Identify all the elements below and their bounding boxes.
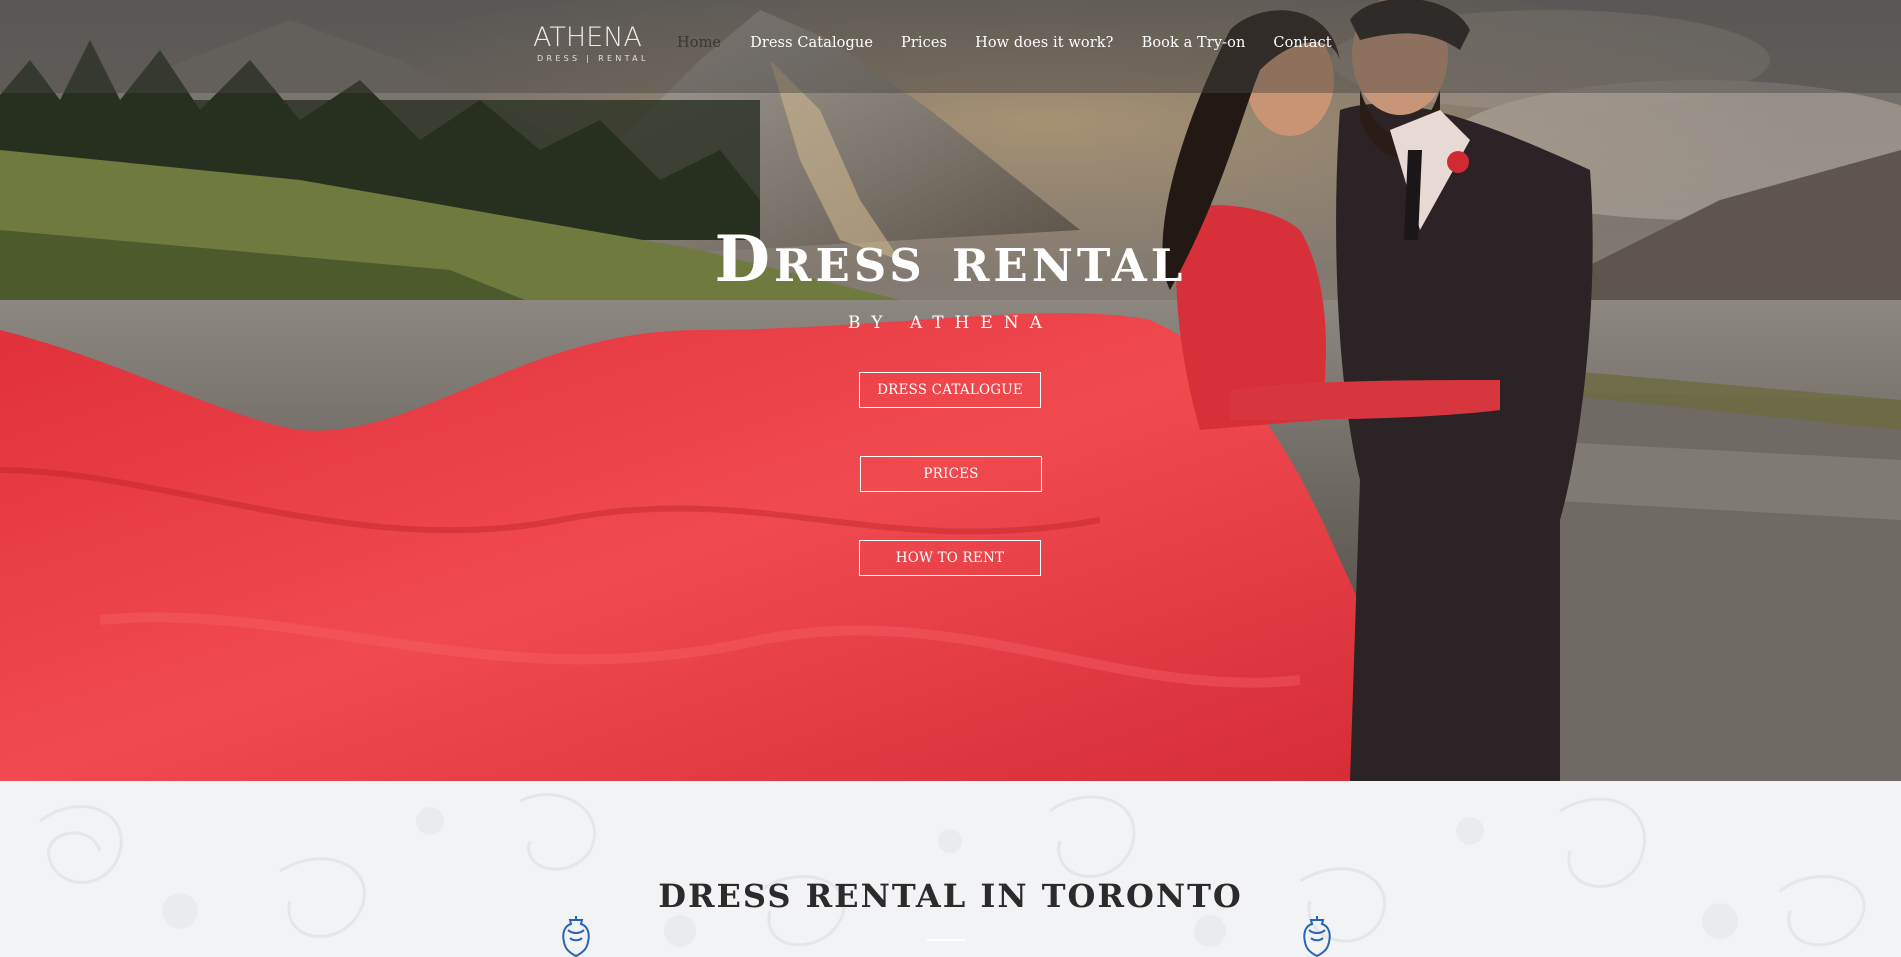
- how-to-rent-button[interactable]: HOW TO RENT: [859, 540, 1041, 576]
- nav-item-home[interactable]: Home: [677, 35, 721, 51]
- prices-button[interactable]: PRICES: [860, 456, 1042, 492]
- nav-item-book-try-on[interactable]: Book a Try-on: [1142, 35, 1246, 51]
- dress-catalogue-button[interactable]: DRESS CATALOGUE: [859, 372, 1041, 408]
- brand-logo[interactable]: ATHENA DRESS | RENTAL: [533, 24, 645, 64]
- nav-item-contact[interactable]: Contact: [1273, 35, 1331, 51]
- mannequin-icon: [562, 916, 590, 957]
- nav-item-dress-catalogue[interactable]: Dress Catalogue: [750, 35, 873, 51]
- section-title: DRESS RENTAL IN TORONTO: [658, 877, 1243, 915]
- nav-item-how-it-works[interactable]: How does it work?: [975, 35, 1113, 51]
- intro-section: DRESS RENTAL IN TORONTO: [0, 781, 1901, 957]
- logo-wordmark: ATHENA: [533, 22, 642, 53]
- hero-title: Dress rental: [714, 222, 1187, 297]
- title-underline: [927, 939, 965, 941]
- hero-subtitle: by athena: [848, 313, 1053, 333]
- main-nav: Home Dress Catalogue Prices How does it …: [677, 35, 1332, 51]
- logo-tagline: DRESS | RENTAL: [537, 54, 649, 63]
- nav-item-prices[interactable]: Prices: [901, 35, 947, 51]
- lace-background-pattern: [39, 793, 1866, 947]
- mannequin-icon: [1303, 916, 1331, 957]
- hero-section: ATHENA DRESS | RENTAL Home Dress Catalog…: [0, 0, 1901, 781]
